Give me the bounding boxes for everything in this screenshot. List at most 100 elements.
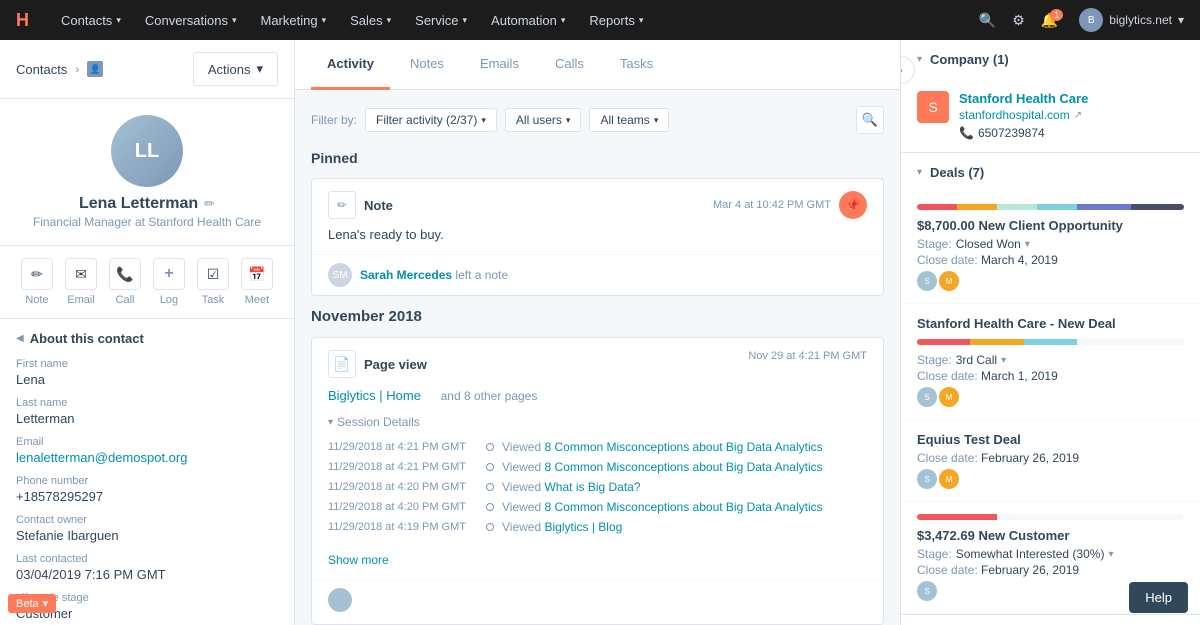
- deals-section-header[interactable]: ▾ Deals (7): [901, 153, 1200, 192]
- call-action-btn[interactable]: 📞 Call: [109, 258, 141, 306]
- table-row: 11/29/2018 at 4:21 PM GMT Viewed 8 Commo…: [328, 457, 867, 477]
- settings-icon[interactable]: ⚙: [1012, 12, 1025, 29]
- session-page-link[interactable]: 8 Common Misconceptions about Big Data A…: [544, 440, 822, 454]
- beta-chevron-icon: ▾: [43, 597, 49, 610]
- dot-icon: [486, 463, 494, 471]
- user-menu[interactable]: B biglytics.net ▾: [1079, 8, 1184, 32]
- edit-contact-icon[interactable]: ✏: [204, 196, 215, 212]
- log-action-btn[interactable]: + Log: [153, 258, 185, 306]
- month-header: November 2018: [311, 308, 884, 325]
- company-chevron-icon: ▾: [917, 54, 922, 65]
- deal-avatars: S M: [917, 469, 1184, 489]
- deal-avatar: S: [917, 581, 937, 601]
- deals-chevron-icon: ▾: [917, 167, 922, 178]
- marketing-chevron-icon: ▾: [322, 15, 327, 26]
- deal-avatar: S: [917, 271, 937, 291]
- person-icon: 👤: [90, 64, 101, 75]
- nav-automation[interactable]: Automation ▾: [491, 13, 565, 28]
- nav-conversations[interactable]: Conversations ▾: [145, 13, 237, 28]
- action-buttons-row: ✏ Note ✉ Email 📞 Call + Log ☑ Task 📅 Mee: [0, 246, 294, 319]
- activity-search-button[interactable]: 🔍: [856, 106, 884, 134]
- session-page-link[interactable]: 8 Common Misconceptions about Big Data A…: [544, 460, 822, 474]
- filter-users-chevron-icon: ▾: [566, 115, 571, 126]
- dot-icon: [486, 443, 494, 451]
- deal-stage-dropdown[interactable]: ▾: [1108, 549, 1113, 560]
- avatar: LL: [111, 115, 183, 187]
- dot-icon: [486, 523, 494, 531]
- deal-avatar: M: [939, 469, 959, 489]
- chevron-right-icon: ›: [900, 63, 903, 77]
- actions-chevron-icon: ▾: [256, 61, 263, 77]
- external-link-icon: ↗: [1074, 110, 1082, 121]
- deal-progress-bar: [917, 339, 1184, 345]
- meet-action-btn[interactable]: 📅 Meet: [241, 258, 273, 306]
- nav-service[interactable]: Service ▾: [415, 13, 467, 28]
- tab-calls[interactable]: Calls: [539, 40, 600, 90]
- beta-badge[interactable]: Beta ▾: [8, 594, 56, 613]
- commenter-avatar: SM: [328, 263, 352, 287]
- tab-notes[interactable]: Notes: [394, 40, 460, 90]
- meet-icon: 📅: [241, 258, 273, 290]
- tab-activity[interactable]: Activity: [311, 40, 390, 90]
- search-icon[interactable]: 🔍: [979, 12, 996, 29]
- first-name-field: First name Lena: [16, 358, 278, 387]
- deal-stage-dropdown[interactable]: ▾: [1001, 355, 1006, 366]
- email-icon: ✉: [65, 258, 97, 290]
- deal-stage-dropdown[interactable]: ▾: [1025, 239, 1030, 250]
- log-icon: +: [153, 258, 185, 290]
- session-page-link[interactable]: 8 Common Misconceptions about Big Data A…: [544, 500, 822, 514]
- table-row: 11/29/2018 at 4:21 PM GMT Viewed 8 Commo…: [328, 437, 867, 457]
- email-action-btn[interactable]: ✉ Email: [65, 258, 97, 306]
- table-row: 11/29/2018 at 4:20 PM GMT Viewed 8 Commo…: [328, 497, 867, 517]
- sidebar-collapse-icon[interactable]: 👤: [87, 61, 103, 77]
- deal-avatars: S M: [917, 271, 1184, 291]
- deal-avatars: S M: [917, 387, 1184, 407]
- show-more-link[interactable]: Show more: [312, 549, 883, 579]
- nav-reports[interactable]: Reports ▾: [589, 13, 643, 28]
- nav-contacts[interactable]: Contacts ▾: [61, 13, 121, 28]
- notifications-bell[interactable]: 🔔 1: [1041, 12, 1063, 29]
- page-view-card: 📄 Page view Nov 29 at 4:21 PM GMT Biglyt…: [311, 337, 884, 625]
- page-view-link[interactable]: Biglytics | Home: [328, 388, 421, 403]
- session-details-toggle[interactable]: ▾ Session Details: [312, 411, 883, 437]
- contacts-chevron-icon: ▾: [116, 15, 121, 26]
- company-website[interactable]: stanfordhospital.com ↗: [959, 108, 1088, 122]
- nav-marketing[interactable]: Marketing ▾: [260, 13, 326, 28]
- company-icon: S: [917, 91, 949, 123]
- note-card-icon: ✏: [328, 191, 356, 219]
- session-page-link[interactable]: Biglytics | Blog: [544, 520, 622, 534]
- filter-teams-button[interactable]: All teams ▾: [589, 108, 669, 132]
- nav-sales[interactable]: Sales ▾: [350, 13, 391, 28]
- progress-segment: [970, 339, 1023, 345]
- note-action-btn[interactable]: ✏ Note: [21, 258, 53, 306]
- deal-name: $8,700.00 New Client Opportunity: [917, 218, 1184, 233]
- task-action-btn[interactable]: ☑ Task: [197, 258, 229, 306]
- page-view-icon: 📄: [328, 350, 356, 378]
- tab-emails[interactable]: Emails: [464, 40, 535, 90]
- about-chevron-icon: ◀: [16, 333, 24, 344]
- call-icon: 📞: [109, 258, 141, 290]
- progress-segment: [917, 204, 957, 210]
- actions-dropdown-btn[interactable]: Actions ▾: [193, 52, 278, 86]
- company-section-header[interactable]: ▾ Company (1): [901, 40, 1200, 79]
- user-chevron-icon: ▾: [1178, 13, 1184, 27]
- deal-avatar: S: [917, 387, 937, 407]
- sales-chevron-icon: ▾: [387, 15, 392, 26]
- reports-chevron-icon: ▾: [639, 15, 644, 26]
- about-section-toggle[interactable]: ◀ About this contact: [16, 331, 278, 346]
- session-page-link[interactable]: What is Big Data?: [544, 480, 640, 494]
- tab-tasks[interactable]: Tasks: [604, 40, 669, 90]
- phone-icon: 📞: [959, 126, 974, 140]
- user-avatar: B: [1079, 8, 1103, 32]
- filter-users-button[interactable]: All users ▾: [505, 108, 582, 132]
- filter-activity-button[interactable]: Filter activity (2/37) ▾: [365, 108, 497, 132]
- pin-button[interactable]: 📌: [839, 191, 867, 219]
- right-panel: › ▾ Company (1) S Stanford Health Care: [900, 40, 1200, 625]
- contact-owner-field: Contact owner Stefanie Ibarguen: [16, 514, 278, 543]
- contacts-breadcrumb[interactable]: Contacts: [16, 62, 67, 77]
- progress-segment: [997, 204, 1037, 210]
- help-button[interactable]: Help: [1129, 582, 1188, 613]
- last-name-field: Last name Letterman: [16, 397, 278, 426]
- actions-button[interactable]: Actions ▾: [193, 52, 278, 86]
- table-row: 11/29/2018 at 4:19 PM GMT Viewed Biglyti…: [328, 517, 867, 537]
